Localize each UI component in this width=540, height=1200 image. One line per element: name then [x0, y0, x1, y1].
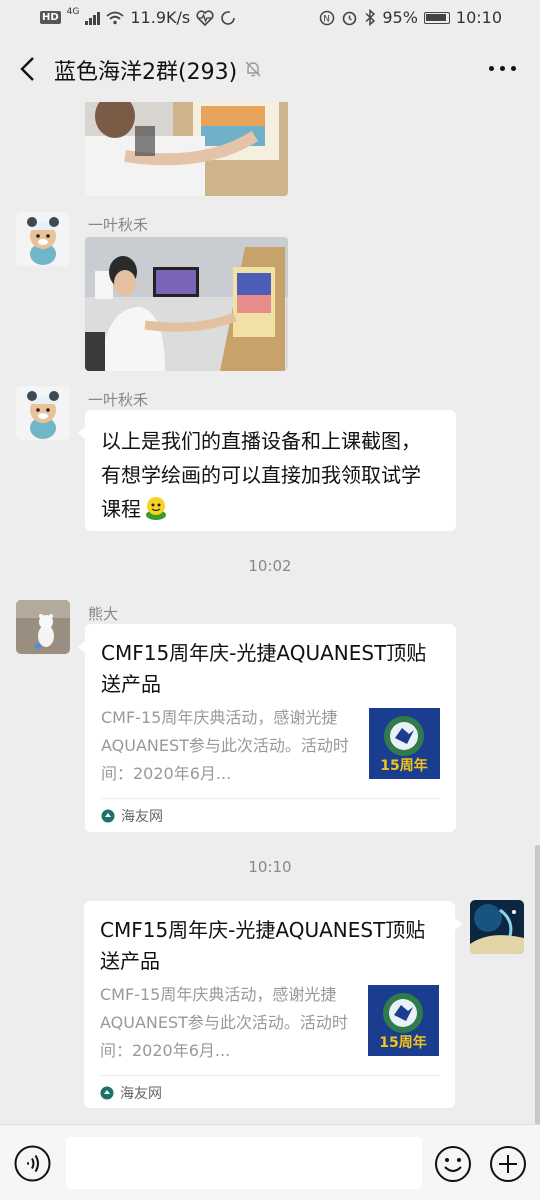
link-card-title: CMF15周年庆-光捷AQUANEST顶贴送产品 — [101, 641, 427, 696]
message-text: 以上是我们的直播设备和上课截图，有想学绘画的可以直接加我领取试学课程 — [101, 429, 421, 521]
painting-photo-icon — [85, 237, 288, 371]
message-input[interactable] — [66, 1137, 422, 1189]
bluetooth-icon — [365, 9, 376, 26]
battery-percent: 95% — [382, 8, 418, 27]
input-bar — [0, 1124, 540, 1200]
link-card-thumbnail: 15周年 — [368, 985, 439, 1056]
polar-bear-avatar-icon — [16, 600, 70, 654]
thumbnail-caption: 15周年 — [380, 757, 427, 774]
source-logo-icon — [100, 1086, 114, 1100]
link-card-source: 海友网 — [101, 806, 163, 826]
sync-icon — [221, 10, 236, 25]
smiley-emoji-icon — [146, 497, 166, 520]
battery-icon — [423, 11, 450, 24]
chat-header: 蓝色海洋2群(293) — [0, 36, 540, 102]
timestamp: 10:10 — [248, 858, 292, 876]
text-message-bubble[interactable]: 以上是我们的直播设备和上课截图，有想学绘画的可以直接加我领取试学课程 — [78, 410, 456, 531]
network-speed: 11.9K/s — [130, 8, 191, 27]
image-message-photo[interactable] — [85, 237, 288, 371]
status-bar: HD 4G 11.9K/s N 95% 10:10 — [0, 0, 540, 36]
image-message-photo[interactable] — [85, 102, 288, 196]
nfc-icon: N — [320, 10, 335, 25]
anniversary-logo-icon: 15周年 — [369, 708, 440, 779]
ocean-avatar-icon — [470, 900, 524, 954]
source-name: 海友网 — [120, 1086, 162, 1102]
chat-messages[interactable]: 一叶秋禾 一叶秋禾 以上是我们的直播设备和上课截图，有想学绘画的可以直接加我领取… — [0, 102, 540, 1124]
wifi-icon — [106, 11, 124, 24]
my-avatar[interactable] — [470, 900, 524, 954]
shiba-avatar-icon — [16, 212, 70, 266]
divider — [100, 1075, 439, 1076]
sender-name: 一叶秋禾 — [88, 391, 149, 409]
hd-badge: HD — [40, 11, 61, 24]
scrollbar[interactable] — [535, 845, 540, 1125]
heart-rate-icon — [196, 9, 214, 26]
signal-icon — [85, 11, 101, 25]
sender-name: 一叶秋禾 — [88, 216, 149, 234]
more-options-button[interactable] — [489, 66, 516, 71]
divider — [101, 798, 440, 799]
avatar[interactable] — [16, 386, 70, 440]
avatar[interactable] — [16, 212, 70, 266]
back-arrow-icon[interactable] — [14, 54, 44, 84]
link-card-description: CMF-15周年庆典活动，感谢光捷AQUANEST参与此次活动。活动时间：202… — [100, 985, 348, 1060]
network-type: 4G — [66, 6, 80, 17]
sender-name: 熊大 — [88, 605, 119, 623]
avatar[interactable] — [16, 600, 70, 654]
timestamp: 10:02 — [248, 557, 292, 575]
svg-text:N: N — [324, 14, 331, 24]
alarm-icon — [343, 11, 357, 26]
link-card-bubble[interactable]: CMF15周年庆-光捷AQUANEST顶贴送产品 CMF-15周年庆典活动，感谢… — [78, 624, 456, 832]
link-card-bubble[interactable]: CMF15周年庆-光捷AQUANEST顶贴送产品 CMF-15周年庆典活动，感谢… — [84, 901, 462, 1108]
mute-bell-icon — [245, 61, 261, 77]
painting-photo-icon — [85, 102, 288, 196]
plus-icon[interactable] — [489, 1145, 527, 1183]
clock: 10:10 — [455, 8, 502, 27]
voice-icon[interactable] — [14, 1145, 51, 1182]
source-logo-icon — [101, 809, 115, 823]
link-card-thumbnail: 15周年 — [369, 708, 440, 779]
emoji-icon[interactable] — [434, 1145, 472, 1183]
link-card-description: CMF-15周年庆典活动，感谢光捷AQUANEST参与此次活动。活动时间：202… — [101, 708, 349, 783]
source-name: 海友网 — [121, 809, 163, 825]
thumbnail-caption: 15周年 — [379, 1034, 426, 1051]
chat-title: 蓝色海洋2群(293) — [54, 60, 238, 85]
link-card-title: CMF15周年庆-光捷AQUANEST顶贴送产品 — [100, 918, 426, 973]
shiba-avatar-icon — [16, 386, 70, 440]
anniversary-logo-icon: 15周年 — [368, 985, 439, 1056]
link-card-source: 海友网 — [100, 1083, 162, 1103]
